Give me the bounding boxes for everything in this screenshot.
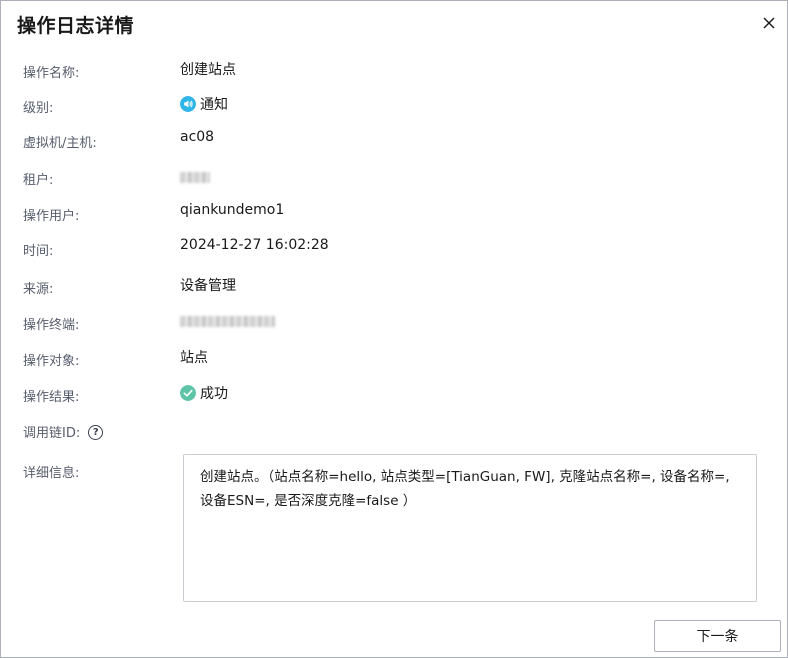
field-value: ac08 <box>180 129 215 145</box>
level-text: 通知 <box>200 97 228 113</box>
sound-info-icon <box>180 96 196 112</box>
field-label: 操作对象: <box>23 354 80 369</box>
field-time: 时间: 2024-12-27 16:02:28 <box>23 237 763 259</box>
field-label: 操作用户: <box>23 209 80 224</box>
field-label-wrap: 调用链ID:? <box>23 422 104 441</box>
field-result: 操作结果: 成功 <box>23 383 763 405</box>
field-label: 操作名称: <box>23 66 80 81</box>
field-user: 操作用户: qiankundemo1 <box>23 202 763 224</box>
field-value: 2024-12-27 16:02:28 <box>180 237 329 253</box>
detail-text-area[interactable]: 创建站点。（站点名称=hello, 站点类型=[TianGuan, FW], 克… <box>183 454 757 602</box>
operation-log-detail-dialog: 操作日志详情 操作名称: 创建站点 级别: 通知 虚拟机/主机: ac08 租户… <box>0 0 788 658</box>
field-terminal: 操作终端: <box>23 311 763 333</box>
field-label: 时间: <box>23 244 54 259</box>
field-value: 设备管理 <box>180 278 236 294</box>
field-label: 详细信息: <box>23 466 80 481</box>
field-value: qiankundemo1 <box>180 202 285 218</box>
field-label: 级别: <box>23 101 54 116</box>
redacted-blur <box>180 316 275 327</box>
field-trace-id: 调用链ID:? <box>23 419 763 441</box>
field-label: 操作终端: <box>23 318 80 333</box>
field-label: 租户: <box>23 173 54 188</box>
field-value: 创建站点 <box>180 62 236 78</box>
field-value-redacted <box>180 316 275 327</box>
field-level: 级别: 通知 <box>23 94 763 116</box>
field-op-name: 操作名称: 创建站点 <box>23 59 763 81</box>
field-value: 通知 <box>180 94 228 114</box>
field-tenant: 租户: <box>23 166 763 188</box>
result-text: 成功 <box>200 386 228 402</box>
field-label: 来源: <box>23 282 54 297</box>
field-label: 虚拟机/主机: <box>23 136 97 151</box>
close-icon[interactable] <box>759 13 779 33</box>
check-circle-icon <box>180 385 196 401</box>
field-target: 操作对象: 站点 <box>23 347 763 369</box>
field-host: 虚拟机/主机: ac08 <box>23 129 763 151</box>
next-button[interactable]: 下一条 <box>654 620 781 652</box>
dialog-title: 操作日志详情 <box>17 15 135 37</box>
question-circle-icon[interactable]: ? <box>88 425 104 440</box>
field-value: 成功 <box>180 383 228 403</box>
field-value: 站点 <box>180 350 208 366</box>
field-value-redacted <box>180 172 210 183</box>
field-label: 调用链ID: <box>23 426 81 441</box>
field-source: 来源: 设备管理 <box>23 275 763 297</box>
field-label: 操作结果: <box>23 390 80 405</box>
redacted-blur <box>180 172 210 183</box>
